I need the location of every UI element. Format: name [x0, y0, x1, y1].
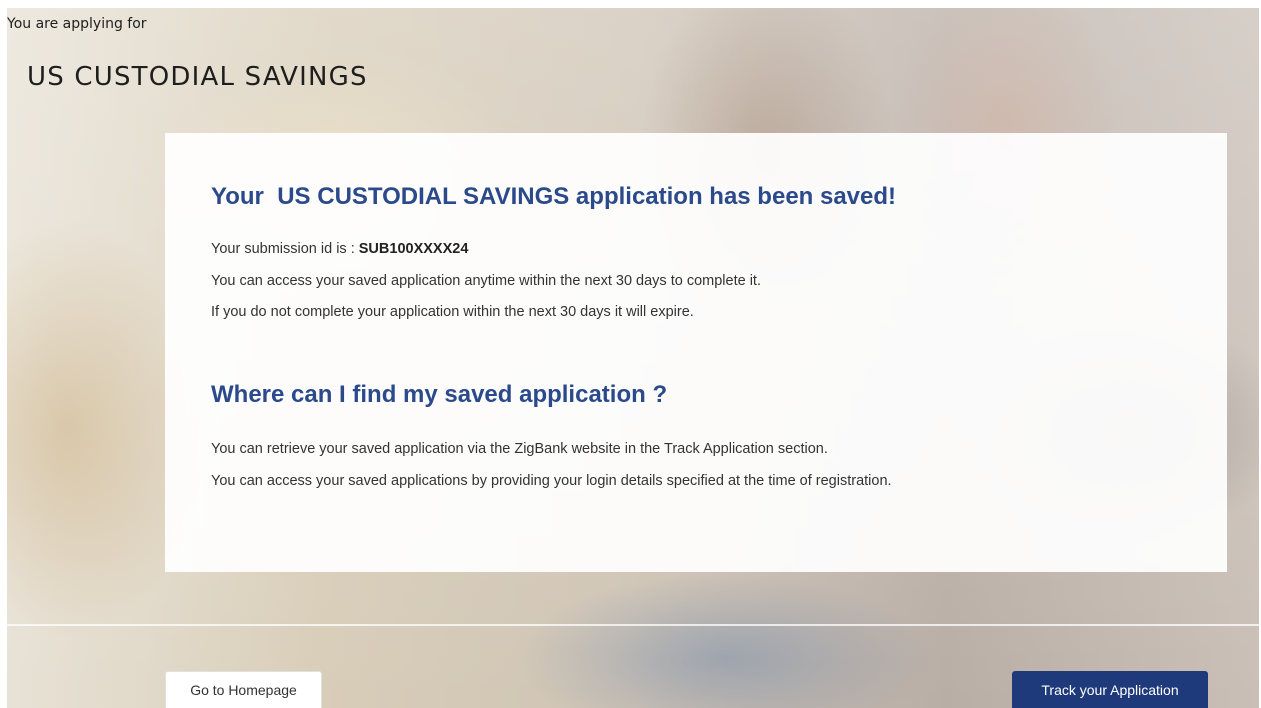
track-application-button[interactable]: Track your Application	[1012, 671, 1208, 708]
submission-id-line: Your submission id is : SUB100XXXX24	[211, 241, 468, 257]
retrieve-instructions-text: You can retrieve your saved application …	[211, 441, 828, 457]
submission-id-value: SUB100XXXX24	[358, 241, 469, 257]
top-frame-edge	[0, 0, 1261, 8]
submission-id-label: Your submission id is :	[211, 241, 359, 257]
go-to-homepage-button[interactable]: Go to Homepage	[165, 671, 322, 708]
saved-confirmation-heading: Your US CUSTODIAL SAVINGS application ha…	[211, 183, 897, 210]
expiry-text: If you do not complete your application …	[211, 304, 694, 320]
footer-divider	[7, 624, 1259, 626]
access-window-text: You can access your saved application an…	[211, 273, 761, 289]
applying-for-label: You are applying for	[7, 16, 147, 32]
product-title: US CUSTODIAL SAVINGS	[27, 62, 368, 92]
left-frame-edge	[0, 0, 7, 708]
confirmation-card: Your US CUSTODIAL SAVINGS application ha…	[165, 133, 1227, 572]
login-instructions-text: You can access your saved applications b…	[211, 473, 892, 489]
find-application-heading: Where can I find my saved application ?	[211, 381, 668, 408]
